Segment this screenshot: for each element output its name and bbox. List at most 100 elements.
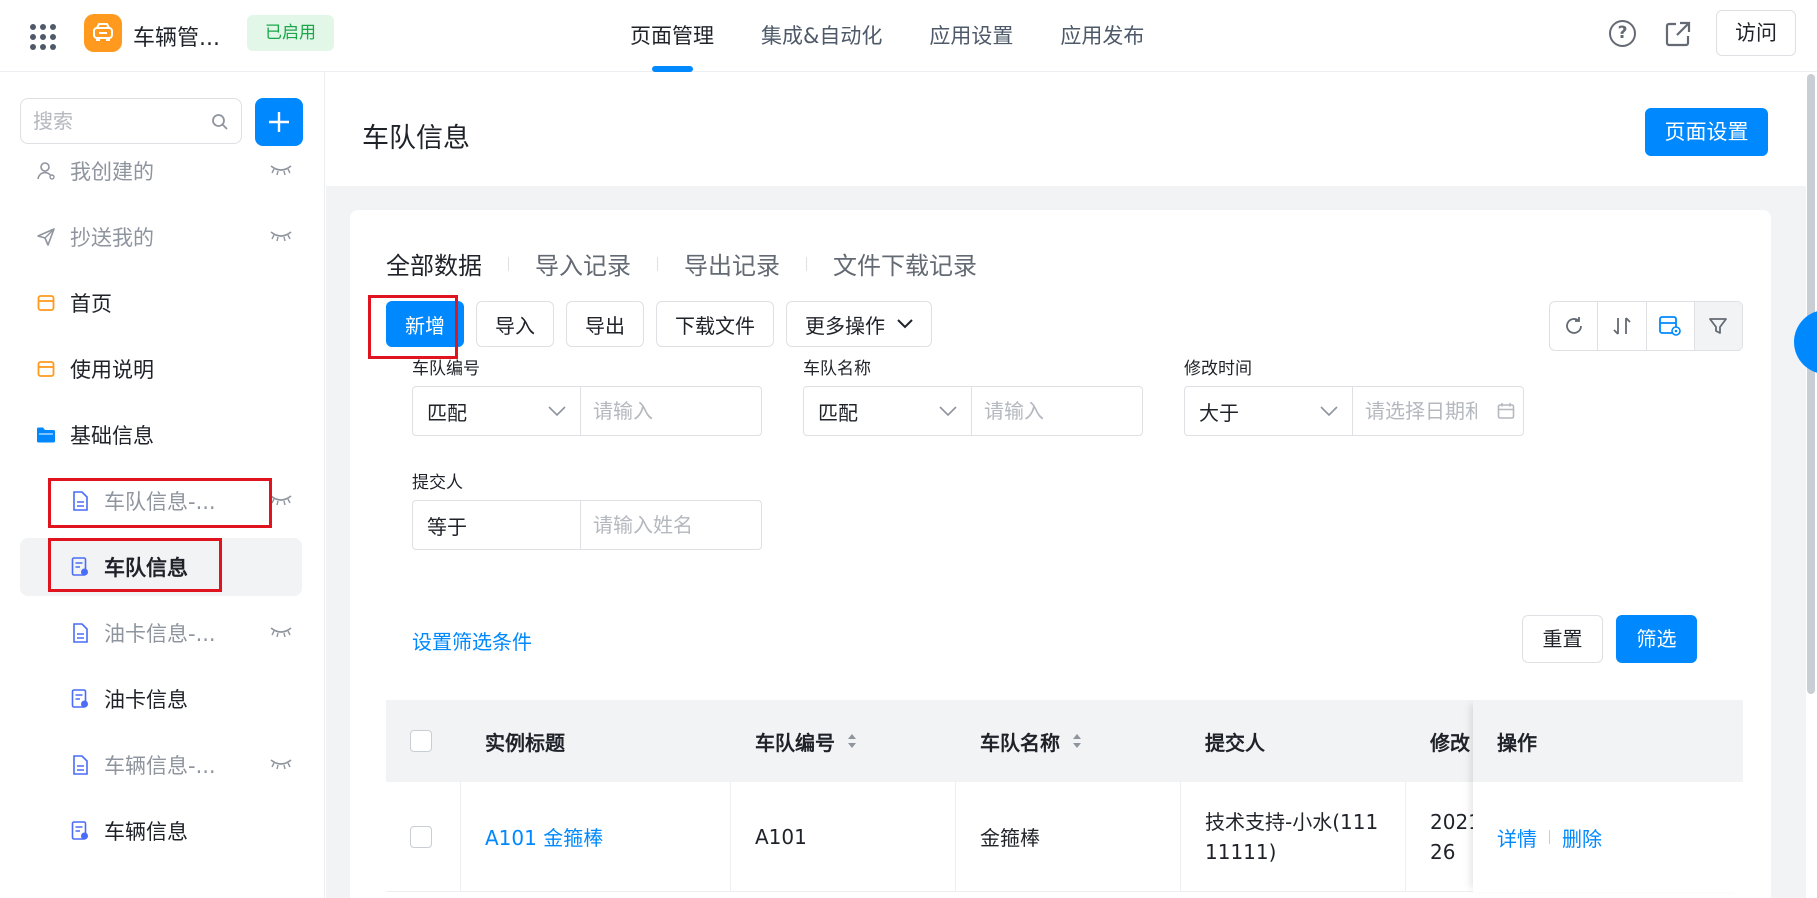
nav-page-management[interactable]: 页面管理 — [630, 0, 714, 72]
sidebar-item-instructions[interactable]: 使用说明 — [20, 340, 302, 398]
chevron-down-icon — [548, 406, 566, 416]
chevron-down-icon — [939, 406, 957, 416]
tab-import-records[interactable]: 导入记录 — [535, 246, 631, 281]
tab-divider — [657, 256, 658, 271]
form-icon — [70, 755, 90, 775]
row-actions: 详情 删除 — [1473, 782, 1743, 892]
external-link-icon[interactable] — [1662, 18, 1694, 50]
datetime-input[interactable] — [1353, 387, 1489, 435]
filter-label-modified-time: 修改时间 — [1184, 359, 1252, 379]
sidebar-item-label: 油卡信息 — [104, 688, 188, 712]
filter-icon[interactable] — [1694, 302, 1742, 350]
sort-arrows-icon[interactable] — [847, 733, 857, 749]
row-checkbox[interactable] — [410, 825, 432, 848]
column-modified: 修改 — [1430, 730, 1470, 755]
calendar-icon[interactable] — [1489, 387, 1523, 435]
export-button[interactable]: 导出 — [566, 301, 644, 347]
sort-icon[interactable] — [1598, 302, 1647, 350]
page-icon — [36, 359, 56, 379]
hidden-eye-icon — [270, 165, 292, 176]
column-fleet-name[interactable]: 车队名称 — [956, 700, 1181, 782]
column-actions: 操作 — [1473, 700, 1743, 782]
more-actions-button[interactable]: 更多操作 — [786, 301, 932, 347]
sidebar-item-label: 我创建的 — [70, 160, 154, 184]
submitter-line: 技术支持-小水(111 — [1205, 809, 1379, 834]
filter-fleet-code: 匹配 — [412, 386, 762, 436]
fleet-name-input[interactable] — [972, 387, 1142, 435]
reset-button[interactable]: 重置 — [1522, 615, 1603, 663]
tab-all-data[interactable]: 全部数据 — [386, 246, 482, 281]
operator-value: 等于 — [427, 514, 467, 539]
add-page-button[interactable] — [255, 98, 303, 146]
sidebar-item-fuel-card-form[interactable]: 油卡信息-... — [20, 604, 302, 662]
search-input[interactable] — [33, 107, 203, 135]
nav-integration-automation[interactable]: 集成&自动化 — [761, 0, 882, 72]
folder-icon — [36, 425, 56, 445]
action-divider — [1549, 830, 1550, 844]
sidebar-item-vehicle-info-form[interactable]: 车辆信息-... — [20, 736, 302, 794]
column-label: 车队名称 — [980, 730, 1060, 755]
column-settings-icon[interactable] — [1647, 302, 1695, 350]
page-scrollbar[interactable] — [1807, 74, 1815, 694]
column-title: 实例标题 — [485, 730, 565, 755]
highlight-box — [48, 478, 272, 528]
tab-divider — [806, 256, 807, 271]
column-fleet-code[interactable]: 车队编号 — [731, 700, 956, 782]
status-badge: 已启用 — [247, 15, 334, 51]
form-icon — [70, 623, 90, 643]
tab-download-records[interactable]: 文件下载记录 — [833, 246, 977, 281]
sidebar-item-label: 使用说明 — [70, 358, 154, 382]
sidebar-item-label: 基础信息 — [70, 424, 154, 448]
view-tools — [1549, 301, 1743, 351]
car-logo-icon — [84, 14, 122, 52]
submitter-input[interactable] — [581, 501, 761, 549]
sidebar-item-home[interactable]: 首页 — [20, 274, 302, 332]
delete-link[interactable]: 删除 — [1562, 823, 1602, 852]
sidebar-item-fuel-card[interactable]: 油卡信息 — [20, 670, 302, 728]
select-all-checkbox[interactable] — [410, 730, 432, 752]
detail-link[interactable]: 详情 — [1497, 823, 1537, 852]
nav-app-publish[interactable]: 应用发布 — [1060, 0, 1144, 72]
filter-modified-time: 大于 — [1184, 386, 1524, 436]
chevron-down-icon — [1320, 406, 1338, 416]
hidden-eye-icon — [270, 627, 292, 638]
hidden-eye-icon — [270, 231, 292, 242]
operator-select[interactable]: 大于 — [1185, 387, 1353, 435]
sidebar-search[interactable] — [20, 98, 242, 144]
filter-button[interactable]: 筛选 — [1616, 615, 1697, 663]
sidebar-group-basic-info[interactable]: 基础信息 — [20, 406, 302, 464]
import-button[interactable]: 导入 — [476, 301, 554, 347]
operator-value: 匹配 — [427, 400, 467, 425]
operator-value: 大于 — [1199, 400, 1239, 425]
app-grid-icon[interactable] — [30, 24, 56, 50]
sidebar-item-label: 车辆信息 — [104, 820, 188, 844]
page-header: 车队信息 页面设置 — [326, 72, 1806, 186]
operator-select[interactable]: 匹配 — [804, 387, 972, 435]
modified-line: 26 — [1430, 839, 1456, 864]
page-settings-button[interactable]: 页面设置 — [1645, 108, 1768, 156]
sidebar-item-created-by-me[interactable]: 我创建的 — [20, 142, 302, 200]
row-title-link[interactable]: A101 金箍棒 — [461, 782, 731, 891]
sidebar-item-cc-to-me[interactable]: 抄送我的 — [20, 208, 302, 266]
sort-arrows-icon[interactable] — [1072, 733, 1082, 749]
set-filter-conditions-link[interactable]: 设置筛选条件 — [412, 626, 532, 655]
search-icon — [212, 114, 228, 130]
fleet-code-input[interactable] — [581, 387, 761, 435]
visit-button[interactable]: 访问 — [1716, 10, 1796, 56]
nav-app-settings[interactable]: 应用设置 — [929, 0, 1013, 72]
download-file-button[interactable]: 下载文件 — [656, 301, 774, 347]
row-checkbox-cell — [386, 782, 461, 891]
app-name[interactable]: 车辆管... — [133, 20, 220, 52]
page-icon — [36, 293, 56, 313]
help-icon[interactable]: ? — [1609, 20, 1636, 47]
column-submitter: 提交人 — [1205, 730, 1265, 755]
tab-divider — [508, 256, 509, 271]
row-submitter: 技术支持-小水(111 11111) — [1181, 782, 1406, 891]
column-label: 车队编号 — [755, 730, 835, 755]
operator-select[interactable]: 匹配 — [413, 387, 581, 435]
tab-export-records[interactable]: 导出记录 — [684, 246, 780, 281]
operator-value: 匹配 — [818, 400, 858, 425]
refresh-icon[interactable] — [1550, 302, 1599, 350]
operator-select[interactable]: 等于 — [413, 501, 581, 549]
sidebar-item-vehicle-info[interactable]: 车辆信息 — [20, 802, 302, 860]
